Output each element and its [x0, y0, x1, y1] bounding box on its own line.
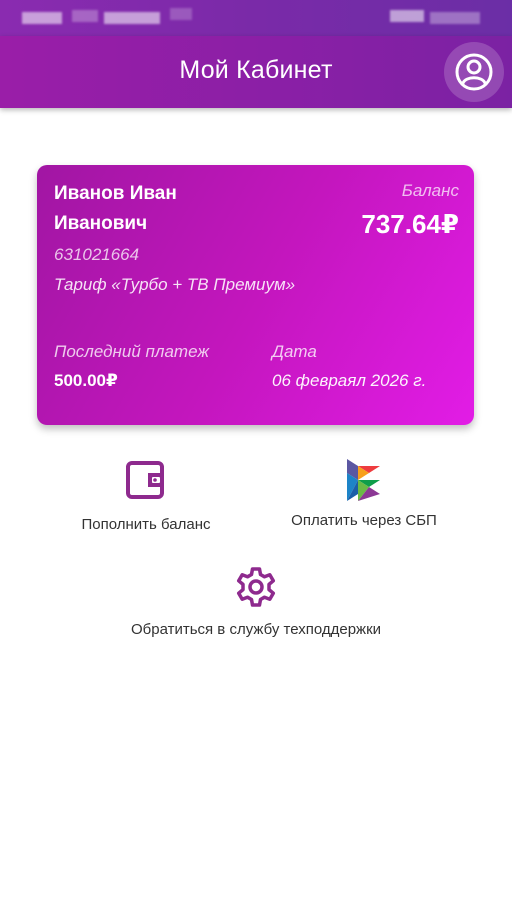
status-bar-blur	[22, 12, 62, 24]
status-bar-blur	[170, 8, 192, 20]
app-bar: Мой Кабинет	[0, 36, 512, 108]
account-number: 631021664	[54, 245, 140, 264]
status-bar	[0, 0, 512, 36]
status-bar-blur	[390, 10, 424, 22]
status-bar-blur	[104, 12, 160, 24]
page-title: Мой Кабинет	[179, 56, 333, 84]
balance-label: Баланс	[401, 181, 459, 200]
gear-icon	[236, 567, 276, 607]
account-holder-name-line2: Иванович	[54, 213, 148, 234]
payment-date-label: Дата	[272, 342, 317, 361]
last-payment-label: Последний платеж	[54, 342, 210, 361]
wallet-icon	[126, 461, 164, 499]
status-bar-blur	[72, 10, 98, 22]
status-bar-blur	[430, 12, 480, 24]
contact-support-label: Обратиться в службу техподдержки	[130, 621, 382, 638]
last-payment-value: 500.00₽	[54, 371, 118, 390]
pay-sbp-label: Оплатить через СБП	[291, 512, 437, 529]
balance-value: 737.64₽	[361, 209, 459, 239]
account-circle-icon	[455, 53, 493, 91]
pay-sbp-button[interactable]: Оплатить через СБП	[274, 456, 454, 529]
top-up-balance-label: Пополнить баланс	[81, 516, 211, 533]
payment-date-value: 06 февраял 2026 г.	[272, 371, 427, 390]
account-holder-name-line1: Иванов Иван	[54, 183, 177, 204]
profile-button[interactable]	[444, 42, 504, 102]
tariff-name: Тариф «Турбо + ТВ Премиум»	[54, 275, 296, 294]
account-holder-name: Иванов Иван Иванович	[54, 179, 274, 239]
top-up-balance-button[interactable]: Пополнить баланс	[56, 458, 236, 533]
account-card: Иванов Иван Иванович Баланс 737.64₽ 6310…	[37, 165, 474, 425]
contact-support-button[interactable]: Обратиться в службу техподдержки	[96, 565, 416, 638]
sbp-logo-icon	[347, 459, 380, 501]
